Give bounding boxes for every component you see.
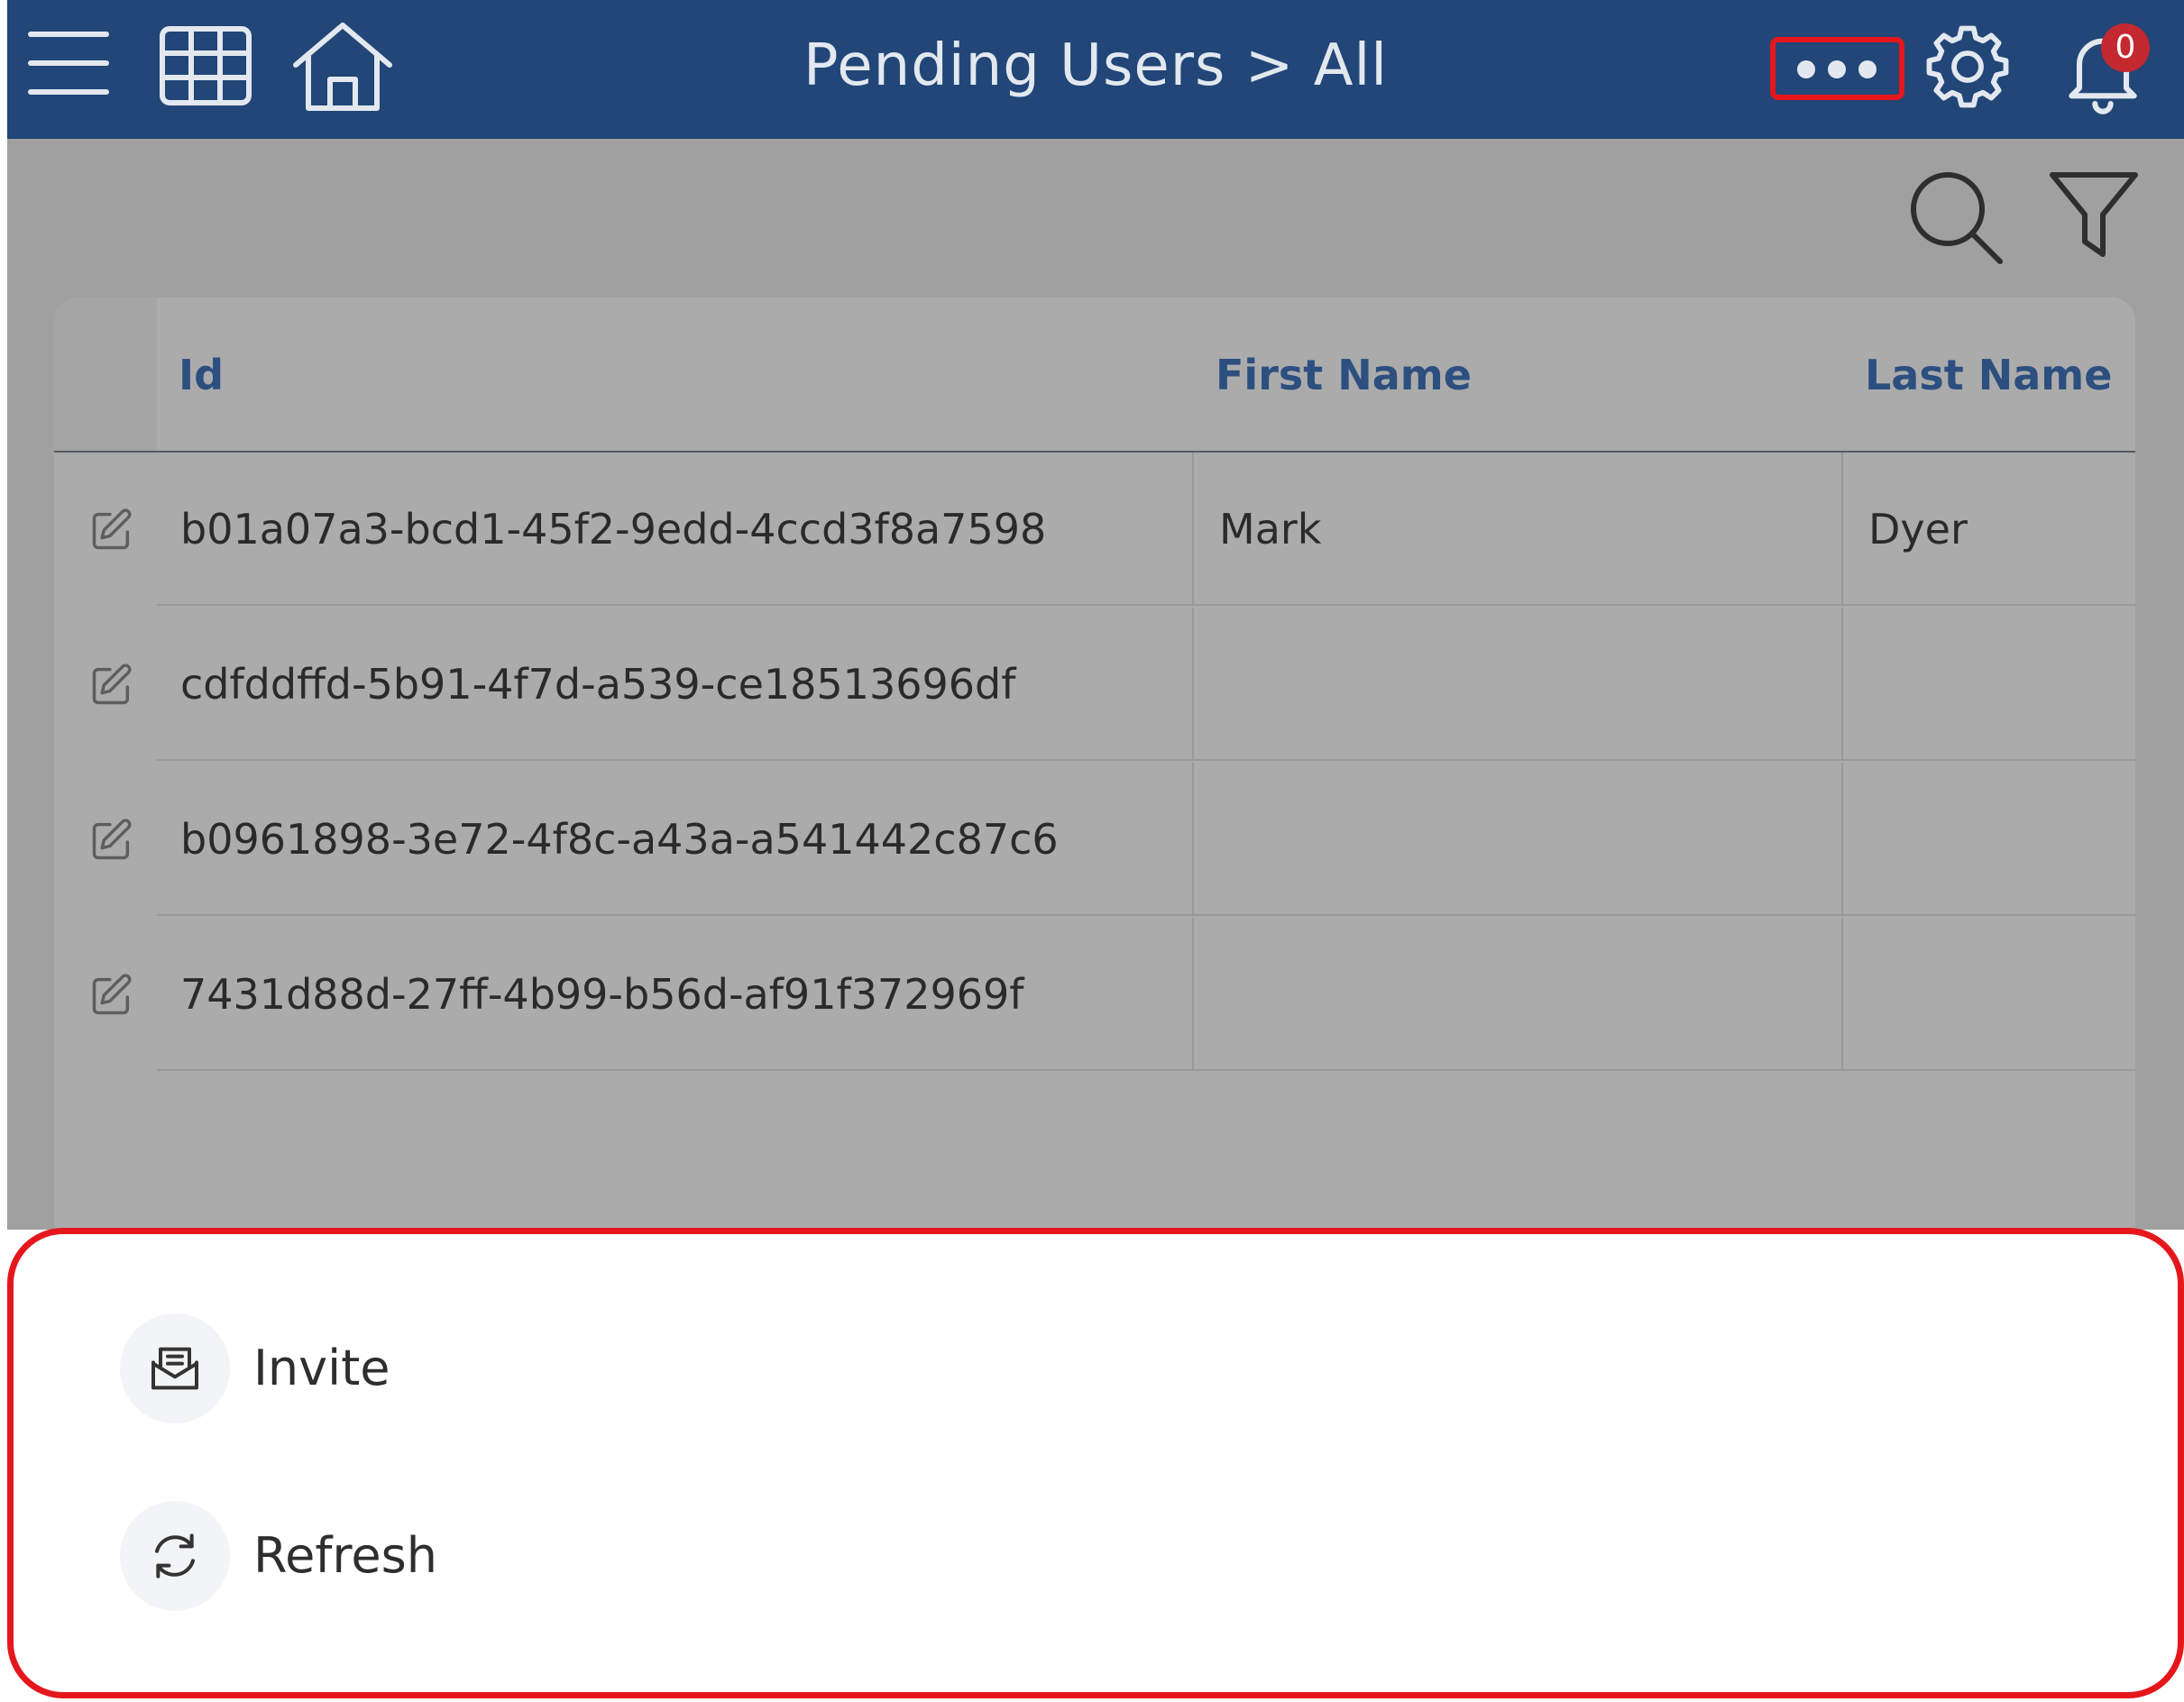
page-content: Id First Name Last Name b01a07a3-bcd1-45… (7, 139, 2184, 1253)
invite-icon-circle (120, 1313, 230, 1423)
table-row[interactable]: 7431d88d-27ff-4b99-b56d-af91f372969f (54, 918, 2135, 1073)
edit-icon[interactable] (88, 662, 135, 709)
cell-first-name (1194, 608, 1843, 761)
edit-icon[interactable] (88, 507, 135, 554)
table-row[interactable]: b01a07a3-bcd1-45f2-9edd-4ccd3f8a7598 Mar… (54, 453, 2135, 608)
cell-last-name (1843, 763, 2135, 916)
gear-icon[interactable] (1922, 22, 2013, 112)
more-options-button[interactable] (1770, 37, 1904, 100)
refresh-action[interactable]: Refresh (120, 1501, 751, 1611)
app-frame: Pending Users > All 0 Id First Name Last… (7, 0, 2184, 1702)
refresh-icon (155, 1533, 195, 1578)
cell-id: b01a07a3-bcd1-45f2-9edd-4ccd3f8a7598 (157, 453, 1194, 606)
notification-badge: 0 (2101, 23, 2150, 72)
cell-id: b0961898-3e72-4f8c-a43a-a541442c87c6 (157, 763, 1194, 916)
edit-column-header (54, 297, 157, 451)
cell-id: cdfddffd-5b91-4f7d-a539-ce18513696df (157, 608, 1194, 761)
top-bar: Pending Users > All 0 (7, 0, 2184, 139)
refresh-icon-circle (120, 1501, 230, 1611)
table-row[interactable]: cdfddffd-5b91-4f7d-a539-ce18513696df (54, 608, 2135, 763)
cell-last-name (1843, 918, 2135, 1071)
cell-last-name: Dyer (1843, 453, 2135, 606)
filter-icon[interactable] (2047, 169, 2141, 263)
invite-action[interactable]: Invite (120, 1313, 751, 1423)
invite-label: Invite (253, 1340, 390, 1396)
cell-first-name (1194, 918, 1843, 1071)
edit-icon[interactable] (88, 972, 135, 1019)
edit-icon[interactable] (88, 817, 135, 864)
users-table: Id First Name Last Name b01a07a3-bcd1-45… (54, 297, 2135, 1253)
search-icon[interactable] (1906, 168, 2005, 270)
cell-first-name: Mark (1194, 453, 1843, 606)
table-row[interactable]: b0961898-3e72-4f8c-a43a-a541442c87c6 (54, 763, 2135, 918)
invite-mail-icon (151, 1347, 198, 1390)
column-header-first-name[interactable]: First Name (1216, 348, 1472, 402)
cell-last-name (1843, 608, 2135, 761)
refresh-label: Refresh (253, 1527, 437, 1584)
cell-first-name (1194, 763, 1843, 916)
table-header: Id First Name Last Name (54, 297, 2135, 453)
cell-id: 7431d88d-27ff-4b99-b56d-af91f372969f (157, 918, 1194, 1071)
more-icon (1797, 60, 1877, 78)
column-header-last-name[interactable]: Last Name (1865, 348, 2112, 402)
column-header-id[interactable]: Id (179, 348, 224, 402)
actions-bottom-sheet: Invite Refresh (7, 1228, 2184, 1698)
